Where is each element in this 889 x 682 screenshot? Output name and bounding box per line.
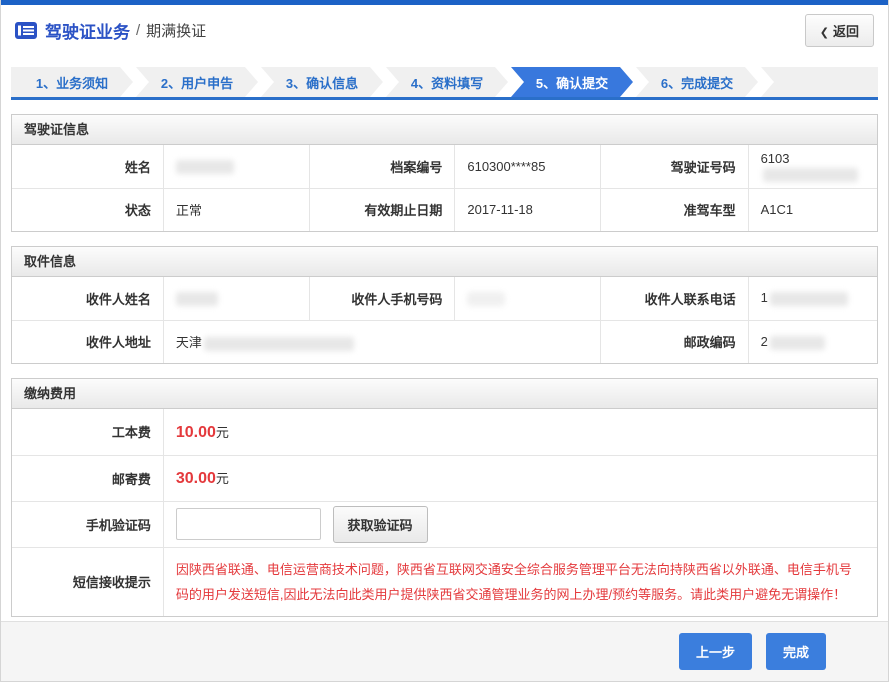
license-number-value: 6103 xyxy=(748,145,877,188)
table-row: 手机验证码 获取验证码 xyxy=(12,501,877,547)
chevron-left-icon: ❮ xyxy=(820,27,829,39)
pickup-info-section: 取件信息 收件人姓名 收件人手机号码 收件人联系电话 1 收件人地址 天津 邮政… xyxy=(11,246,878,364)
back-button[interactable]: ❮ 返回 xyxy=(805,14,874,47)
redacted-value xyxy=(763,168,858,182)
page-title: 驾驶证业务 xyxy=(45,18,130,43)
fees-table: 工本费 10.00元 邮寄费 30.00元 手机验证码 获取验证码 短信接收提示… xyxy=(12,409,877,616)
recipient-mobile-value xyxy=(455,277,600,320)
step-4-fill-data[interactable]: 4、资料填写 xyxy=(386,67,508,97)
step-1-business-notice[interactable]: 1、业务须知 xyxy=(11,67,133,97)
recipient-address-value: 天津 xyxy=(163,320,600,363)
name-value xyxy=(163,145,309,188)
sms-notice-text: 因陕西省联通、电信运营商技术问题，陕西省互联网交通安全综合服务管理平台无法向持陕… xyxy=(164,548,877,616)
previous-step-button[interactable]: 上一步 xyxy=(679,633,752,670)
step-5-confirm-submit[interactable]: 5、确认提交 xyxy=(511,67,633,97)
step-6-finish-submit[interactable]: 6、完成提交 xyxy=(636,67,758,97)
license-number-label: 驾驶证号码 xyxy=(600,145,748,188)
pickup-section-title: 取件信息 xyxy=(12,247,877,277)
table-row: 状态 正常 有效期止日期 2017-11-18 准驾车型 A1C1 xyxy=(12,188,877,231)
expiry-date-value: 2017-11-18 xyxy=(455,188,600,231)
pickup-info-table: 收件人姓名 收件人手机号码 收件人联系电话 1 收件人地址 天津 邮政编码 2 xyxy=(12,277,877,363)
production-fee-label: 工本费 xyxy=(12,409,163,455)
redacted-value xyxy=(204,337,354,351)
get-sms-code-button[interactable]: 获取验证码 xyxy=(333,506,428,543)
expiry-date-label: 有效期止日期 xyxy=(310,188,455,231)
breadcrumb-separator: / xyxy=(136,22,140,39)
redacted-value xyxy=(770,336,825,350)
fees-section: 缴纳费用 工本费 10.00元 邮寄费 30.00元 手机验证码 获取验证码 短… xyxy=(11,378,878,617)
back-button-label: 返回 xyxy=(833,24,859,39)
license-info-table: 姓名 档案编号 610300****85 驾驶证号码 6103 状态 正常 有效… xyxy=(12,145,877,231)
sms-notice-label: 短信接收提示 xyxy=(12,547,163,616)
archive-number-label: 档案编号 xyxy=(310,145,455,188)
redacted-value xyxy=(176,292,218,306)
sms-code-input[interactable] xyxy=(176,508,321,540)
list-icon xyxy=(15,22,37,39)
recipient-name-label: 收件人姓名 xyxy=(12,277,163,320)
table-row: 姓名 档案编号 610300****85 驾驶证号码 6103 xyxy=(12,145,877,188)
finish-button[interactable]: 完成 xyxy=(766,633,826,670)
table-row: 短信接收提示 因陕西省联通、电信运营商技术问题，陕西省互联网交通安全综合服务管理… xyxy=(12,547,877,616)
table-row: 收件人姓名 收件人手机号码 收件人联系电话 1 xyxy=(12,277,877,320)
recipient-phone-label: 收件人联系电话 xyxy=(600,277,748,320)
step-3-confirm-info[interactable]: 3、确认信息 xyxy=(261,67,383,97)
archive-number-value: 610300****85 xyxy=(455,145,600,188)
postage-fee-value: 30.00元 xyxy=(163,455,877,501)
recipient-phone-value: 1 xyxy=(748,277,877,320)
footer-action-bar: 上一步 完成 xyxy=(1,621,888,681)
postage-fee-label: 邮寄费 xyxy=(12,455,163,501)
postal-code-label: 邮政编码 xyxy=(600,320,748,363)
page-header: 驾驶证业务 / 期满换证 ❮ 返回 xyxy=(1,5,888,55)
redacted-value xyxy=(467,292,505,306)
production-fee-value: 10.00元 xyxy=(163,409,877,455)
table-row: 工本费 10.00元 xyxy=(12,409,877,455)
fees-section-title: 缴纳费用 xyxy=(12,379,877,409)
breadcrumb-current: 期满换证 xyxy=(146,20,206,41)
step-wizard: 1、业务须知 2、用户申告 3、确认信息 4、资料填写 5、确认提交 6、完成提… xyxy=(11,67,878,100)
postal-code-value: 2 xyxy=(748,320,877,363)
recipient-address-label: 收件人地址 xyxy=(12,320,163,363)
recipient-mobile-label: 收件人手机号码 xyxy=(310,277,455,320)
window: 驾驶证业务 / 期满换证 ❮ 返回 1、业务须知 2、用户申告 3、确认信息 4、… xyxy=(0,0,889,682)
license-info-section: 驾驶证信息 姓名 档案编号 610300****85 驾驶证号码 6103 状态… xyxy=(11,114,878,232)
recipient-name-value xyxy=(163,277,309,320)
license-section-title: 驾驶证信息 xyxy=(12,115,877,145)
step-2-user-declaration[interactable]: 2、用户申告 xyxy=(136,67,258,97)
sms-code-label: 手机验证码 xyxy=(12,501,163,547)
vehicle-class-label: 准驾车型 xyxy=(600,188,748,231)
table-row: 收件人地址 天津 邮政编码 2 xyxy=(12,320,877,363)
redacted-value xyxy=(770,292,848,306)
sms-notice-cell: 因陕西省联通、电信运营商技术问题，陕西省互联网交通安全综合服务管理平台无法向持陕… xyxy=(163,547,877,616)
table-row: 邮寄费 30.00元 xyxy=(12,455,877,501)
vehicle-class-value: A1C1 xyxy=(748,188,877,231)
status-label: 状态 xyxy=(12,188,163,231)
sms-code-cell: 获取验证码 xyxy=(163,501,877,547)
name-label: 姓名 xyxy=(12,145,163,188)
redacted-value xyxy=(176,160,234,174)
step-bar-filler xyxy=(761,67,878,97)
status-value: 正常 xyxy=(163,188,309,231)
